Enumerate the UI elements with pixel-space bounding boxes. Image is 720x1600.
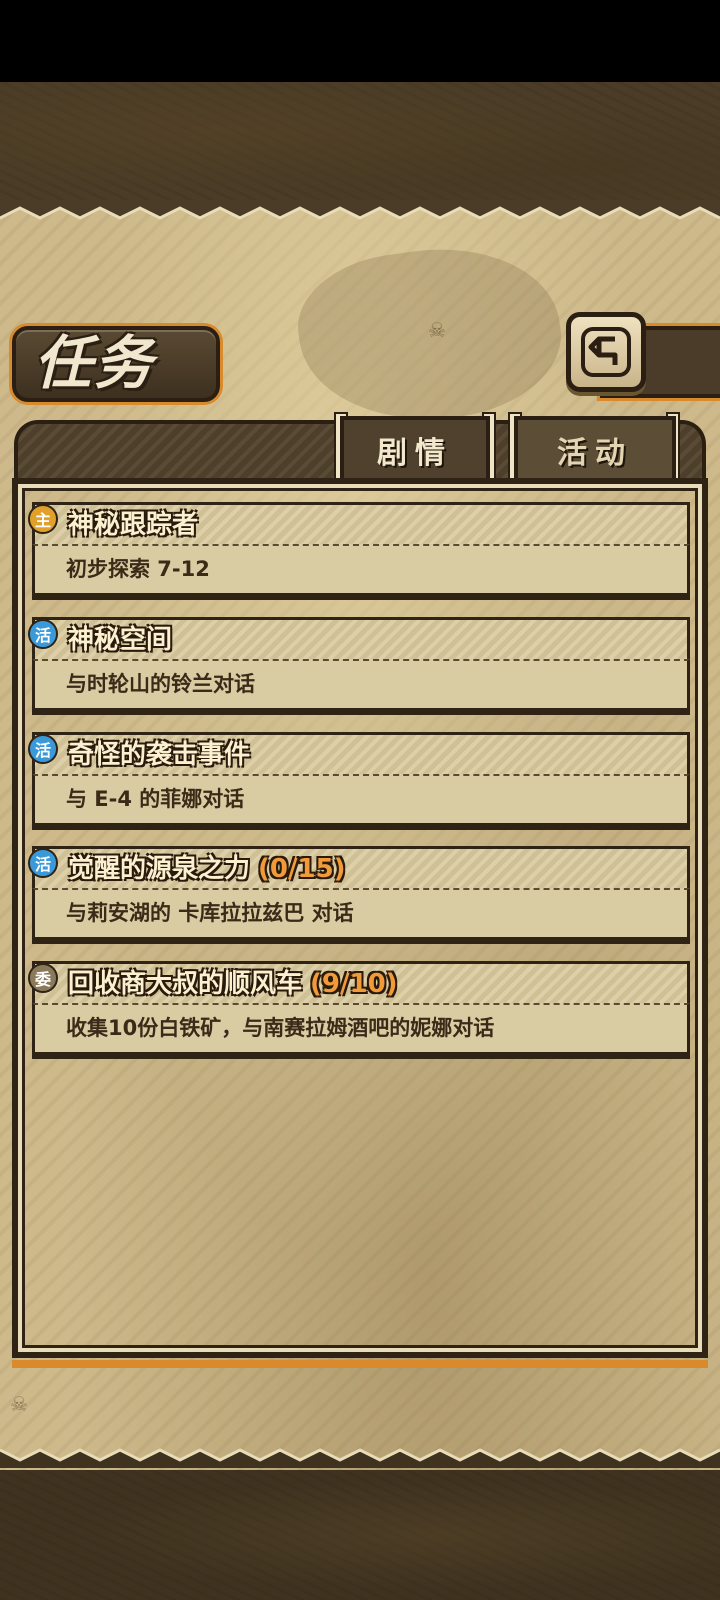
commission-quest-icon: 委 — [28, 963, 58, 993]
back-arrow-icon — [581, 327, 631, 377]
tab-story[interactable]: 剧情 — [340, 416, 490, 480]
quest-progress: (0/15) — [258, 854, 346, 884]
quest-title: 奇怪的袭击事件 — [68, 740, 251, 770]
map-background-top — [0, 82, 720, 202]
event-quest-icon: 活 — [28, 619, 58, 649]
zigzag-border-bottom — [0, 1448, 720, 1468]
zigzag-border-top — [0, 200, 720, 220]
event-quest-icon: 活 — [28, 734, 58, 764]
tab-event[interactable]: 活动 — [514, 416, 676, 480]
quest-description: 初步探索 7-12 — [66, 557, 210, 581]
tab-story-label: 剧情 — [377, 436, 453, 471]
quest-title: 觉醒的源泉之力 (0/15) — [68, 854, 346, 884]
quest-title: 神秘跟踪者 — [68, 510, 199, 540]
quest-title: 神秘空间 — [68, 625, 173, 655]
quest-title: 回收商大叔的顺风车 (9/10) — [68, 969, 398, 999]
main-quest-icon: 主 — [28, 504, 58, 534]
quest-description: 收集10份白铁矿，与南赛拉姆酒吧的妮娜对话 — [66, 1016, 495, 1040]
quest-item[interactable]: 活 奇怪的袭击事件 与 E-4 的菲娜对话 — [28, 732, 690, 830]
quest-progress: (9/10) — [310, 969, 398, 999]
quest-item[interactable]: 活 觉醒的源泉之力 (0/15) 与莉安湖的 卡库拉拉兹巴 对话 — [28, 846, 690, 944]
quest-item[interactable]: 委 回收商大叔的顺风车 (9/10) 收集10份白铁矿，与南赛拉姆酒吧的妮娜对话 — [28, 961, 690, 1059]
map-background-bottom — [0, 1470, 720, 1600]
quest-description: 与莉安湖的 卡库拉拉兹巴 对话 — [66, 901, 354, 925]
quest-description: 与 E-4 的菲娜对话 — [66, 787, 245, 811]
status-bar-area — [0, 0, 720, 82]
event-quest-icon: 活 — [28, 848, 58, 878]
skull-marker-icon: ☠ — [428, 318, 446, 342]
tab-event-label: 活动 — [557, 436, 633, 471]
quest-description: 与时轮山的铃兰对话 — [66, 672, 255, 696]
back-button[interactable] — [566, 312, 646, 392]
frame-accent — [12, 1360, 708, 1368]
skull-marker-icon: ☠ — [10, 1392, 28, 1416]
quest-item[interactable]: 活 神秘空间 与时轮山的铃兰对话 — [28, 617, 690, 715]
quest-item[interactable]: 主 神秘跟踪者 初步探索 7-12 — [28, 502, 690, 600]
page-title: 任务 — [34, 329, 155, 397]
